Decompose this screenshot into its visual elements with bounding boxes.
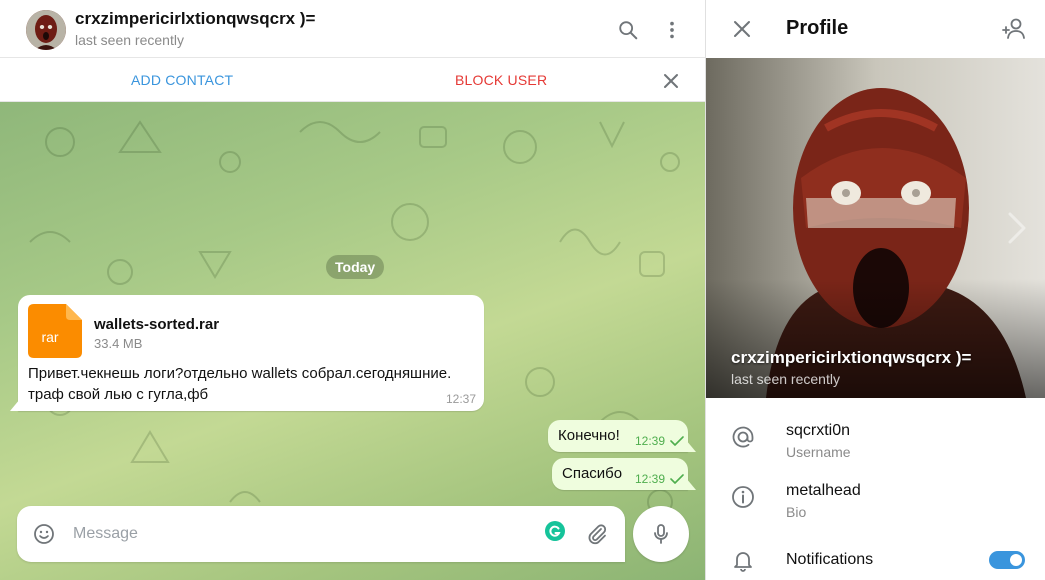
chat-background: Today rar wallets-sorted.rar 33.4 MB При… <box>0 102 705 580</box>
toggle-knob <box>1008 552 1024 568</box>
message-time: 12:39 <box>635 434 666 448</box>
avatar[interactable] <box>26 10 66 50</box>
message-text: Спасибо <box>562 465 623 482</box>
add-user-icon[interactable] <box>1001 16 1027 42</box>
message-time: 12:37 <box>445 392 476 406</box>
date-separator: Today <box>326 255 385 279</box>
chat-column: crxzimpericirlxtionqwsqcrx )= last seen … <box>0 0 705 580</box>
search-icon[interactable] <box>614 16 642 44</box>
paperclip-icon[interactable] <box>585 522 609 546</box>
close-icon[interactable] <box>660 70 682 92</box>
profile-title: Profile <box>786 17 849 39</box>
close-icon[interactable] <box>731 18 753 40</box>
message-composer <box>17 506 625 562</box>
read-check-icon <box>670 436 684 446</box>
more-vert-icon[interactable] <box>658 16 686 44</box>
smile-icon[interactable] <box>33 523 55 545</box>
profile-photo[interactable]: crxzimpericirlxtionqwsqcrx )= last seen … <box>706 58 1045 398</box>
add-contact-button[interactable]: ADD CONTACT <box>131 72 233 88</box>
bell-icon <box>734 552 752 572</box>
username-label: Username <box>786 444 851 460</box>
chevron-right-icon[interactable] <box>1004 208 1030 248</box>
notifications-toggle[interactable] <box>989 551 1025 569</box>
profile-status: last seen recently <box>731 371 840 387</box>
chat-title[interactable]: crxzimpericirlxtionqwsqcrx )= <box>75 9 315 29</box>
bio-value: metalhead <box>786 482 861 499</box>
info-icon <box>732 486 754 508</box>
file-name[interactable]: wallets-sorted.rar <box>94 316 219 333</box>
read-check-icon <box>670 474 684 484</box>
file-size: 33.4 MB <box>94 336 143 351</box>
at-sign-icon <box>732 426 754 448</box>
contact-action-bar: ADD CONTACT BLOCK USER <box>0 58 705 102</box>
notifications-label: Notifications <box>786 551 874 568</box>
bio-row[interactable]: metalhead Bio <box>706 470 1045 530</box>
bio-label: Bio <box>786 504 807 520</box>
username-value[interactable]: sqcrxti0n <box>786 422 850 440</box>
chat-header: crxzimpericirlxtionqwsqcrx )= last seen … <box>0 0 705 58</box>
block-user-button[interactable]: BLOCK USER <box>455 72 547 88</box>
microphone-icon[interactable] <box>633 506 689 562</box>
message-text: Привет.чекнешь логи?отдельно wallets соб… <box>28 365 452 403</box>
file-extension: rar <box>41 329 59 345</box>
outgoing-message[interactable]: Спасибо 12:39 <box>552 458 688 490</box>
profile-name: crxzimpericirlxtionqwsqcrx )= <box>731 348 972 367</box>
outgoing-message[interactable]: Конечно! 12:39 <box>548 420 688 452</box>
username-row[interactable]: sqcrxti0n Username <box>706 410 1045 470</box>
profile-panel: Profile crxzimpericirlxtionqwsqcrx)= la… <box>705 0 1045 580</box>
message-input[interactable] <box>73 520 533 548</box>
grammarly-icon[interactable] <box>545 521 565 541</box>
chat-status: last seen recently <box>75 32 184 48</box>
message-time: 12:39 <box>635 472 666 486</box>
incoming-message[interactable]: rar wallets-sorted.rar 33.4 MB Привет.че… <box>18 295 484 411</box>
archive-file-icon[interactable]: rar <box>28 304 82 358</box>
profile-header: Profile <box>706 0 1045 58</box>
message-text: Конечно! <box>558 427 620 444</box>
